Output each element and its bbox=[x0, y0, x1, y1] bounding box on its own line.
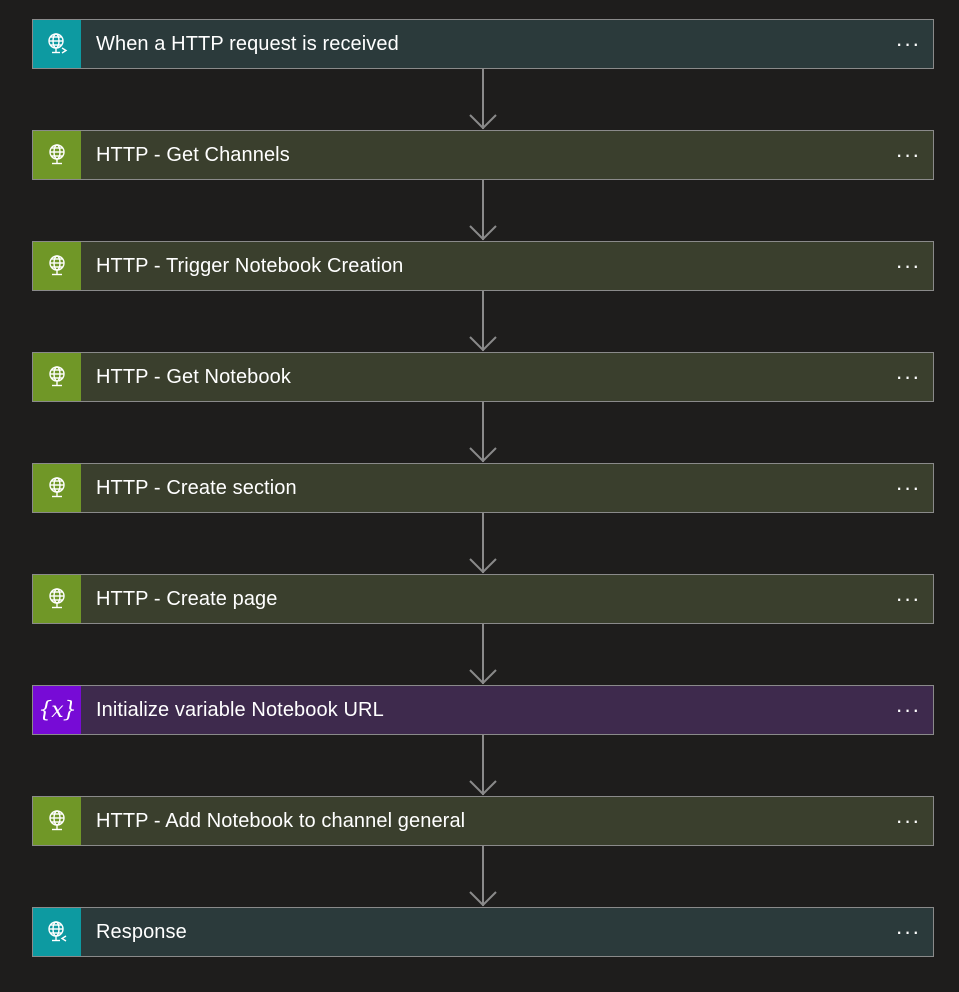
http-request-globe-icon bbox=[33, 20, 81, 68]
variable-braces-icon: {x} bbox=[33, 686, 81, 734]
more-options-button[interactable]: ··· bbox=[895, 365, 921, 389]
variable-glyph: {x} bbox=[38, 697, 76, 723]
more-options-button[interactable]: ··· bbox=[895, 698, 921, 722]
connector-arrow bbox=[469, 291, 497, 352]
step-label: Response bbox=[96, 920, 187, 943]
step-when-http-request-received[interactable]: When a HTTP request is received ··· bbox=[32, 19, 934, 69]
http-response-globe-icon bbox=[33, 908, 81, 956]
step-http-create-section[interactable]: HTTP - Create section ··· bbox=[32, 463, 934, 513]
http-globe-icon bbox=[33, 464, 81, 512]
step-http-get-channels[interactable]: HTTP - Get Channels ··· bbox=[32, 130, 934, 180]
connector-arrow bbox=[469, 735, 497, 796]
step-http-create-page[interactable]: HTTP - Create page ··· bbox=[32, 574, 934, 624]
connector-arrow bbox=[469, 513, 497, 574]
connector-arrow bbox=[469, 69, 497, 130]
more-options-button[interactable]: ··· bbox=[895, 476, 921, 500]
step-label: Initialize variable Notebook URL bbox=[96, 698, 384, 721]
more-options-button[interactable]: ··· bbox=[895, 32, 921, 56]
step-label: HTTP - Get Notebook bbox=[96, 365, 291, 388]
connector-arrow bbox=[469, 180, 497, 241]
step-http-trigger-notebook-creation[interactable]: HTTP - Trigger Notebook Creation ··· bbox=[32, 241, 934, 291]
more-options-button[interactable]: ··· bbox=[895, 920, 921, 944]
more-options-button[interactable]: ··· bbox=[895, 143, 921, 167]
connector-arrow bbox=[469, 624, 497, 685]
http-globe-icon bbox=[33, 131, 81, 179]
step-label: HTTP - Trigger Notebook Creation bbox=[96, 254, 404, 277]
step-label: HTTP - Add Notebook to channel general bbox=[96, 809, 466, 832]
http-globe-icon bbox=[33, 353, 81, 401]
step-label: HTTP - Get Channels bbox=[96, 143, 290, 166]
http-globe-icon bbox=[33, 797, 81, 845]
connector-arrow bbox=[469, 846, 497, 907]
step-label: HTTP - Create section bbox=[96, 476, 297, 499]
logic-app-flow: When a HTTP request is received ··· HTTP… bbox=[0, 0, 959, 992]
http-globe-icon bbox=[33, 575, 81, 623]
step-response[interactable]: Response ··· bbox=[32, 907, 934, 957]
more-options-button[interactable]: ··· bbox=[895, 254, 921, 278]
step-http-get-notebook[interactable]: HTTP - Get Notebook ··· bbox=[32, 352, 934, 402]
step-initialize-variable-notebook-url[interactable]: {x} Initialize variable Notebook URL ··· bbox=[32, 685, 934, 735]
step-label: HTTP - Create page bbox=[96, 587, 278, 610]
more-options-button[interactable]: ··· bbox=[895, 809, 921, 833]
connector-arrow bbox=[469, 402, 497, 463]
step-label: When a HTTP request is received bbox=[96, 32, 399, 55]
step-http-add-notebook-to-channel-general[interactable]: HTTP - Add Notebook to channel general ·… bbox=[32, 796, 934, 846]
http-globe-icon bbox=[33, 242, 81, 290]
more-options-button[interactable]: ··· bbox=[895, 587, 921, 611]
